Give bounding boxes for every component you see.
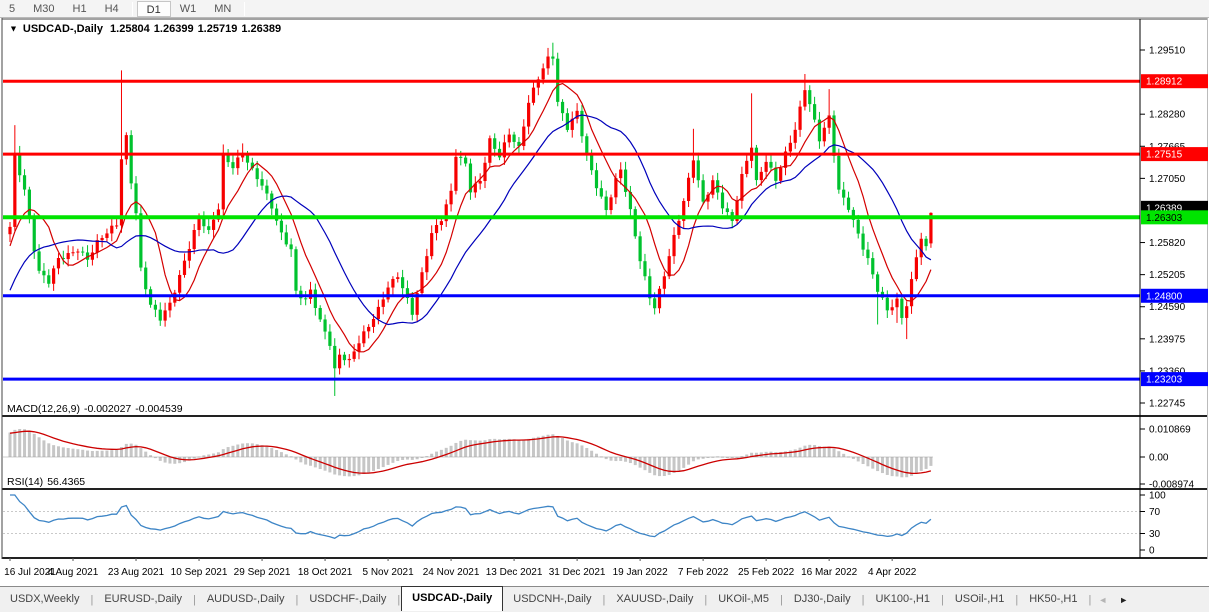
svg-text:-0.008974: -0.008974 [1149, 480, 1194, 491]
svg-text:1.28280: 1.28280 [1149, 110, 1186, 121]
timeframe-button-m30[interactable]: M30 [24, 1, 63, 17]
tab-hk50-h1[interactable]: HK50-,H1 [1019, 589, 1087, 610]
svg-text:10 Sep 2021: 10 Sep 2021 [171, 567, 228, 578]
svg-text:18 Oct 2021: 18 Oct 2021 [298, 567, 353, 578]
svg-text:70: 70 [1149, 507, 1161, 518]
svg-text:100: 100 [1149, 491, 1166, 502]
rsi-name: RSI(14) [7, 476, 44, 488]
tab-usdx-weekly[interactable]: USDX,Weekly [0, 589, 89, 610]
svg-text:1.25820: 1.25820 [1149, 238, 1186, 249]
svg-text:25 Feb 2022: 25 Feb 2022 [738, 567, 795, 578]
svg-text:1.24590: 1.24590 [1149, 302, 1186, 313]
ohlc-open: 1.25804 [110, 23, 150, 35]
price-badge-1.26303: 1.26303 [1141, 210, 1208, 225]
tab-usdchf-daily[interactable]: USDCHF-,Daily [299, 589, 396, 610]
timeframe-button-mn[interactable]: MN [205, 1, 240, 17]
tab-usdcnh-daily[interactable]: USDCNH-,Daily [503, 589, 601, 610]
svg-text:23 Aug 2021: 23 Aug 2021 [108, 567, 165, 578]
chart-canvas[interactable]: 1.295101.282801.276651.270501.258201.252… [0, 18, 1209, 586]
tab-eurusd-daily[interactable]: EURUSD-,Daily [94, 589, 192, 610]
svg-text:1.27050: 1.27050 [1149, 174, 1186, 185]
price-badge-1.28912: 1.28912 [1141, 74, 1208, 89]
timeframe-button-h1[interactable]: H1 [64, 1, 96, 17]
timeframe-button-h4[interactable]: H4 [96, 1, 128, 17]
svg-text:1.23975: 1.23975 [1149, 334, 1186, 345]
price-badge-1.27515: 1.27515 [1141, 147, 1208, 162]
svg-text:1.28912: 1.28912 [1146, 77, 1183, 88]
macd-main-value: -0.002027 [83, 403, 132, 415]
macd-signal-value: -0.004539 [135, 403, 183, 415]
toolbar-separator [131, 1, 133, 16]
timeframe-button-w1[interactable]: W1 [171, 1, 206, 17]
tab-audusd-daily[interactable]: AUDUSD-,Daily [197, 589, 295, 610]
svg-text:1.23203: 1.23203 [1146, 375, 1183, 386]
tabs-scroll-right-icon[interactable]: ► [1113, 595, 1134, 605]
svg-text:30: 30 [1149, 529, 1161, 540]
svg-text:13 Dec 2021: 13 Dec 2021 [486, 567, 543, 578]
macd-indicator-label: MACD(12,26,9) -0.002027 -0.004539 [7, 403, 187, 415]
svg-text:1.24800: 1.24800 [1146, 291, 1183, 302]
timeframe-button-d1[interactable]: D1 [136, 0, 171, 17]
svg-text:1.29510: 1.29510 [1149, 46, 1186, 57]
chart-symbol: USDCAD-,Daily [22, 23, 103, 35]
price-badge-1.24800: 1.24800 [1141, 288, 1208, 303]
svg-text:0: 0 [1149, 546, 1155, 557]
svg-text:1.26303: 1.26303 [1146, 213, 1183, 224]
ohlc-close: 1.26389 [241, 23, 282, 35]
svg-text:0.010869: 0.010869 [1149, 425, 1191, 436]
svg-text:7 Feb 2022: 7 Feb 2022 [678, 567, 729, 578]
svg-text:0.00: 0.00 [1149, 453, 1169, 464]
svg-text:1.22745: 1.22745 [1149, 399, 1186, 410]
tab-usdcad-daily[interactable]: USDCAD-,Daily [401, 586, 504, 611]
rsi-indicator-label: RSI(14) 56.4365 [7, 476, 89, 488]
rsi-value: 56.4365 [47, 476, 86, 488]
tab-dj30-daily[interactable]: DJ30-,Daily [784, 589, 861, 610]
svg-text:24 Nov 2021: 24 Nov 2021 [423, 567, 480, 578]
tabs-scroll-left-icon[interactable]: ◄ [1092, 595, 1113, 605]
tab-usoil-h1[interactable]: USOil-,H1 [945, 589, 1015, 610]
svg-text:19 Jan 2022: 19 Jan 2022 [613, 567, 668, 578]
tab-uk100-h1[interactable]: UK100-,H1 [866, 589, 940, 610]
timeframe-toolbar: 5 M30 H1 H4 D1 W1 MN [0, 0, 1209, 18]
ohlc-high: 1.26399 [153, 23, 194, 35]
toolbar-separator [244, 1, 246, 16]
svg-text:4 Apr 2022: 4 Apr 2022 [868, 567, 917, 578]
ohlc-low: 1.25719 [197, 23, 238, 35]
chart-title: ▼ USDCAD-,Daily 1.25804 1.26399 1.25719 1.26… [8, 23, 285, 35]
symbol-tab-bar: USDX,Weekly | EURUSD-,Daily | AUDUSD-,Daily |… [0, 586, 1209, 612]
svg-text:1.27515: 1.27515 [1146, 150, 1183, 161]
svg-text:1.25205: 1.25205 [1149, 270, 1186, 281]
svg-text:5 Nov 2021: 5 Nov 2021 [362, 567, 414, 578]
svg-text:31 Dec 2021: 31 Dec 2021 [549, 567, 606, 578]
symbol-menu-icon[interactable]: ▼ [9, 24, 18, 34]
svg-text:29 Sep 2021: 29 Sep 2021 [234, 567, 291, 578]
tab-xauusd-daily[interactable]: XAUUSD-,Daily [606, 589, 703, 610]
macd-name: MACD(12,26,9) [7, 403, 80, 415]
svg-text:4 Aug 2021: 4 Aug 2021 [48, 567, 99, 578]
timeframe-button-m5[interactable]: 5 [0, 1, 24, 17]
tab-ukoil-m5[interactable]: UKOil-,M5 [708, 589, 779, 610]
price-badge-1.23203: 1.23203 [1141, 372, 1208, 387]
chart-window[interactable]: 1.295101.282801.276651.270501.258201.252… [0, 18, 1209, 586]
svg-text:16 Mar 2022: 16 Mar 2022 [801, 567, 858, 578]
